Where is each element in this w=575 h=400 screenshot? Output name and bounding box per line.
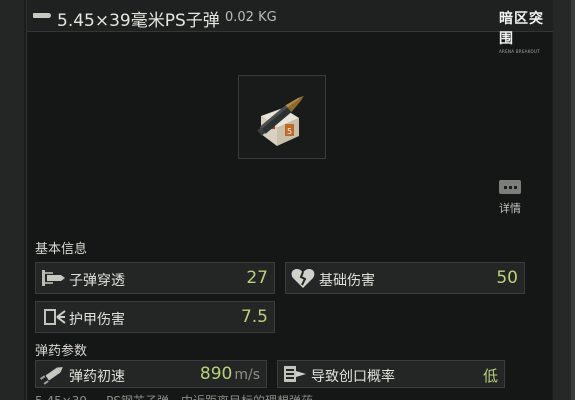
velocity-icon — [40, 367, 63, 385]
detail-label: 详情 — [499, 202, 521, 215]
background-right — [553, 0, 575, 400]
item-title: 5.45×39毫米PS子弹 — [57, 11, 220, 31]
ammo-box-icon: 5 — [257, 95, 304, 146]
armor-damage-icon — [44, 309, 66, 325]
stat-label: 子弹穿透 — [69, 273, 125, 289]
item-image: 5 — [238, 75, 326, 159]
stat-label: 基础伤害 — [319, 273, 375, 289]
title-bar: 5.45×39毫米PS子弹 0.02 KG — [27, 0, 553, 32]
stat-muzzle-velocity: 弹药初速 890 m/s — [35, 360, 267, 388]
stat-value-wrap: 890 m/s — [200, 364, 260, 384]
detail-button[interactable]: 详情 — [495, 180, 525, 216]
item-weight: 0.02 KG — [225, 10, 277, 25]
stat-value: 低 — [482, 367, 498, 385]
svg-text:5: 5 — [287, 127, 292, 136]
game-logo: 暗区突围 ARENA BREAKOUT — [499, 8, 553, 54]
stat-value: 50 — [496, 268, 518, 288]
stat-bleed-chance: 导致创口概率 低 — [277, 360, 505, 388]
logo-text: 暗区突围 — [499, 11, 544, 47]
more-icon — [499, 180, 521, 194]
stat-value: 890 — [199, 364, 233, 384]
background-left — [0, 0, 24, 400]
logo-subtitle: ARENA BREAKOUT — [499, 49, 540, 54]
stat-label: 弹药初速 — [69, 369, 125, 385]
stat-penetration: 子弹穿透 27 — [35, 262, 275, 294]
item-info-panel: 5.45×39毫米PS子弹 0.02 KG 暗区突围 ARENA BREAKOU… — [26, 0, 553, 400]
ammo-icon — [33, 13, 51, 18]
bullet-penetration-icon — [42, 270, 65, 286]
stat-value: 27 — [246, 268, 268, 288]
stat-label: 导致创口概率 — [311, 369, 395, 385]
stat-base-damage: 基础伤害 50 — [285, 262, 525, 294]
stat-label: 护甲伤害 — [69, 312, 125, 328]
section-basic-info: 基本信息 — [35, 242, 88, 257]
stat-armor-damage: 护甲伤害 7.5 — [35, 301, 275, 333]
broken-heart-icon — [291, 269, 315, 288]
stat-unit: m/s — [234, 367, 260, 383]
section-ammo-params: 弹药参数 — [35, 344, 88, 359]
stat-value: 7.5 — [240, 307, 268, 327]
item-description: 5.45×39 ... PS钢芯子弹，中近距离目标的理想弹药 — [35, 392, 313, 400]
bleed-icon — [284, 366, 306, 382]
